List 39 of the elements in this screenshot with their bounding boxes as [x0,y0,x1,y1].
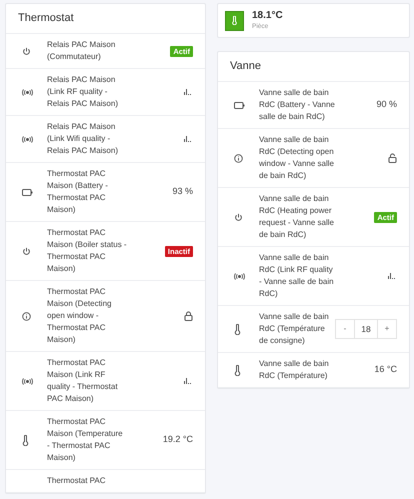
sensor-label: Thermostat PAC [47,475,107,487]
thermometer-icon [234,324,241,334]
room-temperature: 18.1°C [252,10,283,22]
sensor-label: Relais PAC Maison (Commutateur) [47,39,116,63]
card-title: Thermostat [18,11,74,26]
sensor-label: Thermostat PAC Maison (Temperature - Thermostat PAC Maison) [47,416,124,464]
battery-icon [234,102,245,108]
sensor-label: Vanne salle de bain RdC (Température de consigne) [259,311,330,347]
power-icon [234,212,243,222]
signal-icon [22,136,33,142]
sensor-label: Vanne salle de bain RdC (Detecting open window - Vanne salle de bain RdC) [259,134,335,182]
sensor-label: Relais PAC Maison (Link RF quality - Relais PAC Maison) [47,74,119,110]
signal-icon [22,88,33,96]
thermometer-icon [22,434,29,446]
info-icon [234,154,243,162]
sensor-label: Vanne salle de bain RdC (Température) [259,358,330,382]
sensor-label: Vanne salle de bain RdC (Heating power request - Vanne salle de bain RdC) [259,193,335,241]
sensor-label: Thermostat PAC Maison (Boiler status - Thermostat PAC Maison) [47,227,127,275]
sensor-label: Thermostat PAC Maison (Battery - Thermostat PAC Maison) [47,168,109,216]
increment-button[interactable]: + [377,319,397,339]
card-title: Vanne [230,59,261,74]
signal-icon [22,378,33,384]
sensor-value: 19.2 °C [162,433,193,446]
sensor-label: Thermostat PAC Maison (Detecting open window - Thermostat PAC Maison) [47,286,112,346]
sensor-value: 16 °C [374,363,397,376]
power-icon [22,46,31,56]
sensor-value: 93 % [172,185,193,198]
sensor-label: Relais PAC Maison (Link Wifi quality - Relais PAC Maison) [47,121,119,157]
power-icon [22,246,31,256]
sensor-label: Vanne salle de bain RdC (Battery - Vanne salle de bain RdC) [259,87,335,123]
signal-icon [234,272,245,280]
thermometer-icon [234,364,241,376]
thermometer-tile-icon [225,10,244,30]
sensor-value: 90 % [376,98,397,112]
sensor-label: Vanne salle de bain RdC (Link RF quality - Vanne salle de bain RdC) [259,252,335,300]
battery-icon [22,188,33,196]
sensor-label: Thermostat PAC Maison (Link RF quality - Thermostat PAC Maison) [47,357,119,405]
decrement-button[interactable]: - [335,319,355,339]
info-icon [22,312,31,320]
